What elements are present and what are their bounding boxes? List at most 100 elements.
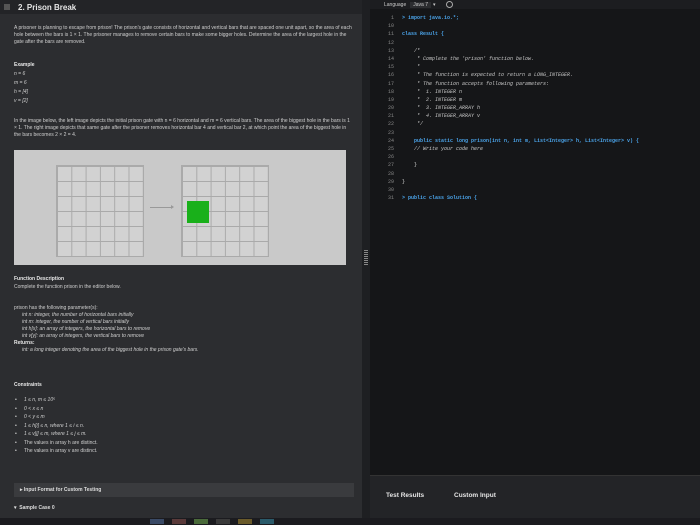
code-line[interactable]: 30 — [374, 186, 639, 194]
line-number: 13 — [387, 47, 394, 54]
code-line[interactable]: 28 — [374, 170, 639, 178]
code-text: * — [402, 64, 421, 71]
taskbar-app-icon[interactable] — [238, 519, 252, 524]
example-line: m = 6 — [14, 80, 27, 86]
code-text: * The function is expected to return a L… — [402, 72, 574, 79]
code-line[interactable]: 13 /* — [374, 47, 639, 55]
code-line[interactable]: 15 * — [374, 63, 639, 71]
code-line[interactable]: 10 — [374, 22, 639, 30]
code-text: } — [402, 162, 418, 169]
input-format-label: Input Format for Custom Testing — [23, 487, 102, 493]
constraint-item: 1 ≤ h[i] ≤ n, where 1 ≤ i ≤ n. — [15, 422, 354, 431]
code-line[interactable]: 22 */ — [374, 120, 639, 128]
constraints-heading: Constraints — [14, 382, 42, 388]
line-number: 23 — [387, 129, 394, 136]
code-line[interactable]: 11 class Result { — [374, 30, 639, 38]
settings-icon[interactable] — [445, 1, 453, 8]
line-number: 29 — [387, 178, 394, 185]
code-line[interactable]: 20 * 3. INTEGER_ARRAY h — [374, 104, 639, 112]
line-number: 26 — [387, 154, 394, 161]
code-line[interactable]: 18 * 1. INTEGER n — [374, 88, 639, 96]
param-item: int n: integer, the number of horizontal… — [22, 312, 134, 318]
taskbar-app-icon[interactable] — [260, 519, 274, 524]
problem-title: 2. Prison Break — [18, 2, 77, 12]
constraint-item: 0 < x ≤ n — [15, 405, 354, 414]
taskbar — [0, 518, 700, 525]
chevron-down-icon[interactable]: ▾ — [433, 2, 436, 8]
sample-case-toggle[interactable]: ▾ Sample Case 0 — [14, 505, 55, 511]
line-number: 25 — [387, 146, 394, 152]
line-number: 10 — [387, 23, 394, 30]
code-text: * The function accepts following paramet… — [402, 80, 550, 87]
code-line[interactable]: 24 public static long prison(int n, int … — [374, 137, 639, 145]
line-number: 28 — [387, 170, 394, 177]
line-number: 19 — [387, 96, 394, 103]
arrow-icon — [150, 205, 174, 209]
code-line[interactable]: 17 * The function accepts following para… — [374, 80, 639, 88]
language-label: Language — [384, 1, 407, 8]
param-item: int h[x]: an array of integers, the hori… — [22, 326, 151, 332]
code-text: * 1. INTEGER n — [402, 88, 463, 95]
line-number: 27 — [387, 162, 394, 169]
problem-panel: 2. Prison Break A prisoner is planning t… — [0, 0, 362, 525]
code-line[interactable]: 14 * Complete the 'prison' function belo… — [374, 55, 639, 63]
example-line: n = 6 — [14, 71, 26, 77]
code-line[interactable]: 27 } — [374, 161, 639, 169]
code-line[interactable]: 1 > import java.io.*; — [374, 14, 639, 22]
code-text: > public class Solution { — [402, 195, 478, 202]
panel-icon — [4, 4, 10, 10]
test-results-tab[interactable]: Test Results — [386, 492, 424, 499]
problem-statement: A prisoner is planning to escape from pr… — [14, 25, 352, 45]
line-number: 18 — [387, 88, 394, 95]
code-text: > import java.io.*; — [402, 15, 460, 21]
code-text: /* — [402, 47, 421, 54]
custom-input-tab[interactable]: Custom Input — [454, 492, 496, 499]
code-line[interactable]: 21 * 4. INTEGER_ARRAY v — [374, 112, 639, 120]
code-line[interactable]: 25 // Write your code here — [374, 145, 639, 153]
problem-header: 2. Prison Break — [0, 0, 362, 14]
code-text: * Complete the 'prison' function below. — [402, 55, 535, 62]
line-number: 22 — [387, 121, 394, 128]
constraint-item: 1 ≤ v[j] ≤ m, where 1 ≤ j ≤ m. — [15, 430, 354, 439]
taskbar-app-icon[interactable] — [150, 519, 164, 524]
code-text: * 2. INTEGER m — [402, 96, 463, 103]
code-line[interactable]: 19 * 2. INTEGER m — [374, 96, 639, 104]
code-line[interactable]: 29} — [374, 178, 639, 186]
editor-toolbar: Language Java 7 ▾ — [370, 0, 700, 9]
code-line[interactable]: 26 — [374, 153, 639, 161]
taskbar-app-icon[interactable] — [172, 519, 186, 524]
line-number: 12 — [387, 39, 394, 46]
example-line: h = [4] — [14, 89, 29, 95]
caret-down-icon: ▾ — [14, 505, 18, 511]
language-select[interactable]: Java 7 — [410, 1, 431, 8]
code-text: * 4. INTEGER_ARRAY v — [402, 113, 481, 120]
taskbar-app-icon[interactable] — [216, 519, 230, 524]
code-text: } — [402, 178, 406, 185]
taskbar-app-icon[interactable] — [194, 519, 208, 524]
code-text: * 3. INTEGER_ARRAY h — [402, 105, 481, 112]
line-number: 30 — [387, 186, 394, 193]
input-format-toggle[interactable]: ▸ Input Format for Custom Testing — [14, 483, 354, 497]
example-explanation: In the image below, the left image depic… — [14, 118, 350, 138]
line-number: 15 — [387, 64, 394, 71]
line-number: 16 — [387, 72, 394, 79]
example-heading: Example — [14, 62, 35, 68]
line-number: 20 — [387, 105, 394, 112]
code-line[interactable]: 31 > public class Solution { — [374, 194, 639, 202]
code-line[interactable]: 16 * The function is expected to return … — [374, 71, 639, 79]
resize-grip-icon[interactable] — [364, 250, 368, 266]
params-intro: prison has the following parameter(s): — [14, 305, 98, 311]
line-number: 11 — [387, 31, 394, 38]
constraint-item: 1 ≤ n, m ≤ 10⁵ — [15, 396, 354, 405]
code-line[interactable]: 23 — [374, 129, 639, 137]
code-text: class Result { — [402, 31, 445, 38]
line-number: 24 — [387, 137, 394, 144]
code-editor[interactable]: 1 > import java.io.*; 10 11 class Result { 12… — [374, 14, 639, 202]
function-description-heading: Function Description — [14, 276, 64, 282]
editor-panel: Language Java 7 ▾ 1 > import java.io.*; 10… — [370, 0, 700, 525]
returns-text: int: a long integer denoting the area of… — [22, 347, 199, 353]
param-item: int m: integer, the number of vertical b… — [22, 319, 129, 325]
constraint-item: The values in array h are distinct. — [15, 439, 354, 448]
code-line[interactable]: 12 — [374, 39, 639, 47]
line-number: 14 — [387, 55, 394, 62]
